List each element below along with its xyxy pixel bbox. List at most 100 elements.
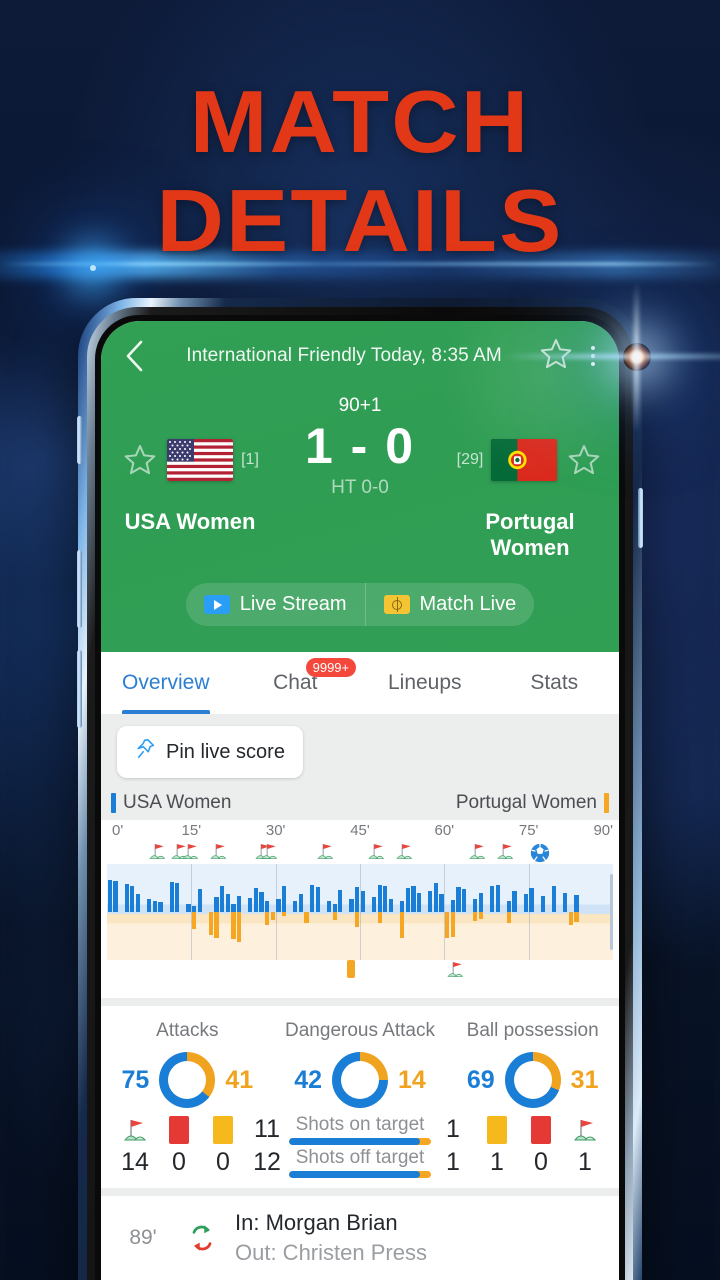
home-color-swatch (111, 793, 116, 813)
event-player-in-partial: In: Telmo Encarnação (254, 1276, 466, 1280)
momentum-bar (355, 887, 360, 912)
momentum-bar (338, 889, 343, 912)
donut-stat: Dangerous Attack 42 14 (274, 1020, 447, 1108)
phone-inner-frame: International Friendly Today, 8:35 AM 90… (87, 307, 633, 1280)
momentum-bar (489, 886, 495, 912)
phone-screen: International Friendly Today, 8:35 AM 90… (101, 321, 619, 1280)
momentum-bar (461, 889, 467, 912)
shots-off-target-row: 14 0 0 12 Shots off target 1 1 0 1 (113, 1147, 607, 1178)
away-yellow-cards-count: 1 (490, 1148, 504, 1176)
momentum-bar (225, 894, 230, 912)
donut-home-value: 69 (466, 1065, 495, 1094)
momentum-bar (495, 884, 500, 912)
phone-button-mute (77, 416, 82, 464)
momentum-bar (293, 900, 298, 912)
star-outline-icon[interactable] (565, 441, 603, 479)
momentum-axis: 0' 15' 30' 45' 60' 75' 90' (107, 820, 613, 842)
momentum-bar (574, 912, 579, 922)
phone-button-volume-up (77, 550, 82, 628)
momentum-bar (208, 912, 214, 935)
statistics-panel: Attacks 75 41 Dangerous Attack 42 14 Ball poss… (101, 1006, 619, 1188)
donut-stat: Ball possession 69 31 (446, 1020, 619, 1108)
momentum-bar (433, 882, 439, 912)
star-outline-icon[interactable] (121, 441, 159, 479)
phone-bezel: International Friendly Today, 8:35 AM 90… (95, 315, 625, 1280)
event-player-in: In: Morgan Brian (235, 1210, 398, 1235)
kebab-menu-icon[interactable] (583, 339, 603, 373)
momentum-bar (563, 892, 568, 912)
chat-unread-badge: 9999+ (305, 658, 357, 677)
score-block: 1 - 0 HT 0-0 (265, 421, 455, 499)
momentum-bar (186, 904, 191, 912)
donut-home-value: 75 (121, 1065, 150, 1094)
momentum-bar (568, 912, 573, 926)
away-count-cells: 1 1 0 1 (431, 1148, 607, 1177)
momentum-bar (220, 885, 225, 912)
pin-icon (135, 737, 157, 767)
tab-chat[interactable]: Chat 9999+ (231, 652, 361, 714)
live-stream-button[interactable]: Live Stream (186, 583, 365, 626)
momentum-bar (445, 912, 450, 938)
momentum-bar (231, 904, 236, 912)
momentum-bar (197, 889, 202, 912)
momentum-bar (377, 912, 382, 923)
home-team-block: [1] (115, 439, 265, 481)
axis-tick: 30' (265, 822, 286, 839)
momentum-bar (169, 881, 174, 912)
momentum-bar (298, 894, 304, 912)
momentum-bar (400, 900, 405, 912)
substitution-icon (185, 1222, 219, 1254)
phone-button-volume-down (77, 650, 82, 728)
yellow-card-icon (475, 1115, 519, 1144)
chevron-left-icon[interactable] (117, 339, 151, 373)
hero-line-1: MATCH (189, 72, 531, 171)
shots-off-target-label: Shots off target (295, 1147, 425, 1168)
away-icon-cells: 1 (431, 1115, 607, 1144)
match-minute: 90+1 (338, 395, 382, 416)
momentum-bar (214, 912, 219, 939)
away-color-swatch (604, 793, 609, 813)
momentum-legend: USA Women Portugal Women (101, 786, 619, 820)
match-live-button[interactable]: Match Live (364, 583, 535, 626)
gridline (360, 864, 361, 960)
match-competition-title: International Friendly Today, 8:35 AM (186, 345, 502, 366)
phone-button-power (638, 488, 643, 548)
momentum-bar (310, 884, 315, 912)
event-row-partial[interactable]: In: Telmo Encarnação (101, 1276, 619, 1280)
donut-ring (159, 1052, 216, 1108)
corner-flag-icon (563, 1116, 607, 1144)
momentum-bar (276, 898, 281, 912)
tab-lineups-label: Lineups (387, 671, 462, 694)
tab-overview[interactable]: Overview (101, 652, 231, 714)
momentum-bar (248, 897, 253, 912)
shots-on-target-label: Shots on target (295, 1114, 425, 1135)
event-row[interactable]: 89' In: Morgan Brian Out: Christen Press (101, 1196, 619, 1276)
shots-off-target-mid: Shots off target (289, 1147, 431, 1178)
media-button-group: Live Stream Match Live (185, 583, 535, 626)
match-live-label: Match Live (419, 593, 517, 615)
media-buttons: Live Stream Match Live (101, 561, 619, 652)
pin-live-score-button[interactable]: Pin live score (117, 726, 303, 778)
momentum-bar (456, 887, 461, 912)
momentum-bar (450, 899, 455, 912)
shots-on-target-bar (289, 1138, 431, 1145)
momentum-bar (107, 880, 112, 912)
momentum-bar (349, 898, 354, 912)
donut-home-value: 42 (294, 1065, 322, 1094)
axis-tick: 0' (112, 822, 124, 839)
star-outline-icon[interactable] (537, 335, 575, 378)
match-header: International Friendly Today, 8:35 AM 90… (101, 321, 619, 652)
momentum-bar (326, 901, 332, 912)
momentum-bar (147, 898, 152, 912)
tab-lineups[interactable]: Lineups (360, 652, 490, 714)
momentum-bar (478, 892, 483, 912)
momentum-bar (265, 900, 270, 912)
event-player-out: Out: Christen Press (235, 1240, 427, 1265)
scrollbar[interactable] (610, 874, 613, 950)
donut-title: Ball possession (466, 1020, 599, 1041)
shot-stats-block: 11 Shots on target 1 14 0 0 12 Shots off… (101, 1108, 619, 1182)
donut-away-value: 41 (225, 1065, 254, 1094)
tab-stats[interactable]: Stats (490, 652, 620, 714)
tab-overview-label: Overview (121, 671, 210, 694)
